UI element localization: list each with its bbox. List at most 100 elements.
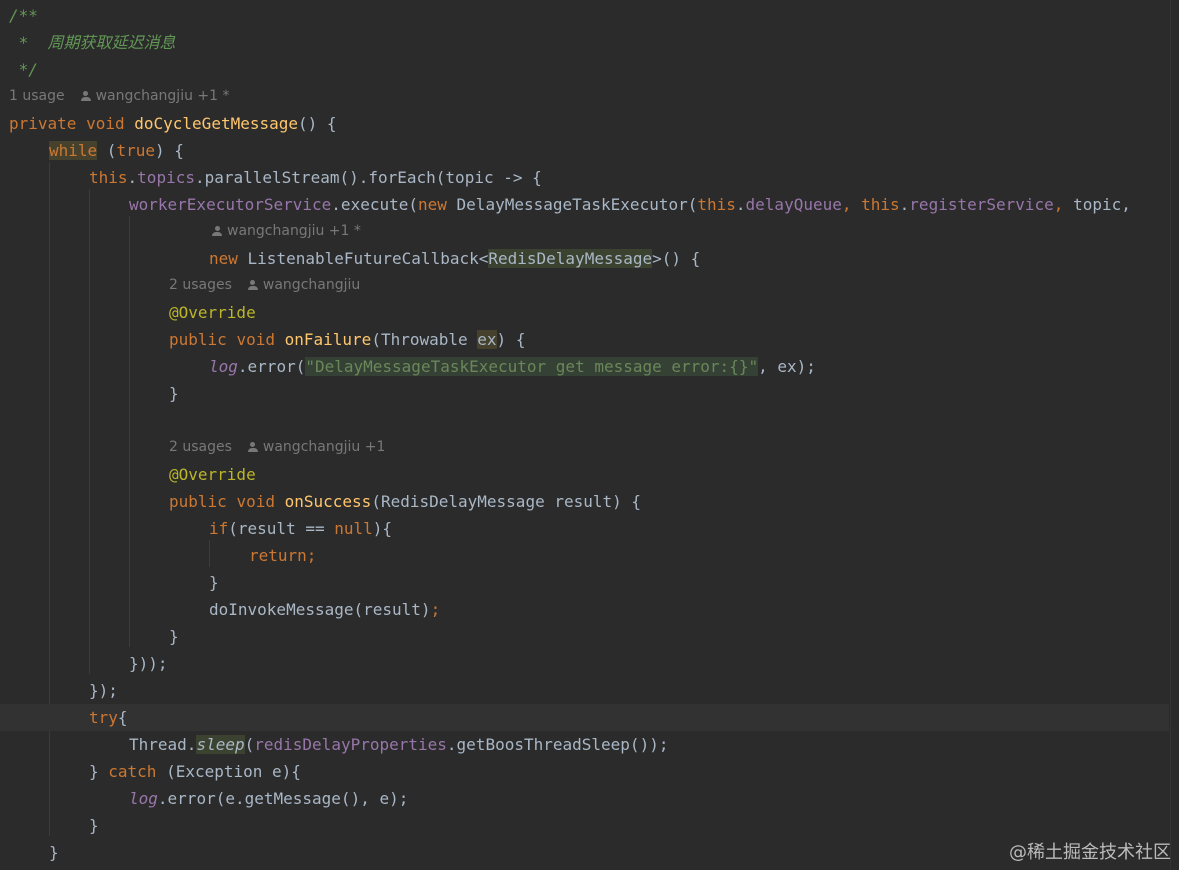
keyword: null xyxy=(334,519,373,538)
usage-count[interactable]: 2 usages xyxy=(169,439,232,455)
code-token: (Exception e){ xyxy=(156,762,301,781)
code-line[interactable]: return; xyxy=(249,542,1179,569)
code-line[interactable]: } xyxy=(169,380,1179,407)
code-line[interactable]: private void doCycleGetMessage() { xyxy=(9,110,1178,137)
code-line[interactable]: workerExecutorService.execute(new DelayM… xyxy=(129,191,1179,218)
person-icon xyxy=(80,91,91,101)
code-line[interactable]: * 周期获取延迟消息 xyxy=(9,29,1178,56)
code-editor[interactable]: /** * 周期获取延迟消息 */ 1 usage wangchangjiu +1… xyxy=(0,0,1179,870)
code-line[interactable]: })); xyxy=(129,650,1179,677)
code-token: Thread. xyxy=(129,735,197,754)
keyword: public xyxy=(169,330,227,349)
author-name[interactable]: wangchangjiu +1 * xyxy=(96,88,230,104)
code-token: } xyxy=(209,573,219,592)
code-line[interactable]: @Override xyxy=(169,461,1179,488)
code-line[interactable]: new ListenableFutureCallback<RedisDelayM… xyxy=(209,245,1179,272)
code-token: ) { xyxy=(154,141,184,160)
code-token: .error( xyxy=(237,357,306,376)
keyword: this xyxy=(861,195,900,214)
code-token: () { xyxy=(298,114,337,133)
usage-count[interactable]: 1 usage xyxy=(9,88,65,104)
keyword-highlighted: while xyxy=(49,141,98,160)
code-token: (result == xyxy=(228,519,335,538)
code-token: .parallelStream().forEach(topic -> { xyxy=(194,168,542,187)
code-line[interactable]: doInvokeMessage(result); xyxy=(209,596,1179,623)
code-line[interactable]: if(result == null){ xyxy=(209,515,1179,542)
code-line[interactable]: public void onSuccess(RedisDelayMessage … xyxy=(169,488,1179,515)
code-token: ; xyxy=(430,600,441,619)
keyword: try xyxy=(89,708,118,727)
inlay-hint-author[interactable]: wangchangjiu +1 * xyxy=(212,218,1179,245)
inlay-hint-usages[interactable]: 1 usage wangchangjiu +1 * xyxy=(9,83,1178,110)
code-line[interactable]: } xyxy=(89,812,1179,839)
code-line[interactable]: } xyxy=(209,569,1179,596)
code-line[interactable]: /** xyxy=(9,2,1178,29)
code-token: .getBoosThreadSleep()); xyxy=(446,735,669,754)
code-token: , xyxy=(841,195,862,214)
code-token: }); xyxy=(89,681,118,700)
inlay-hint-usages[interactable]: 2 usages wangchangjiu +1 xyxy=(169,434,1179,461)
code-token: doInvokeMessage(result) xyxy=(209,600,431,619)
keyword: return xyxy=(249,546,307,565)
code-line[interactable]: while (true) { xyxy=(49,137,1179,164)
code-token: } xyxy=(89,762,109,781)
method-name: onFailure xyxy=(284,330,372,349)
code-token: topic, xyxy=(1073,195,1131,214)
code-token: (Throwable xyxy=(371,330,478,349)
code-token: ; xyxy=(306,546,317,565)
code-line[interactable]: this.topics.parallelStream().forEach(top… xyxy=(89,164,1179,191)
current-line[interactable]: try{ xyxy=(0,704,1169,731)
indent-guide xyxy=(209,540,210,567)
indent-guide xyxy=(129,216,130,647)
code-line[interactable]: @Override xyxy=(169,299,1179,326)
usage-count[interactable]: 2 usages xyxy=(169,277,232,293)
annotation: @Override xyxy=(169,465,256,484)
vertical-scrollbar[interactable] xyxy=(1170,0,1179,870)
indent-guide xyxy=(49,162,50,836)
code-token: })); xyxy=(129,654,168,673)
code-line[interactable]: } catch (Exception e){ xyxy=(89,758,1179,785)
code-token: ( xyxy=(97,141,117,160)
method-name: onSuccess xyxy=(284,492,372,511)
keyword: this xyxy=(89,168,128,187)
person-icon xyxy=(212,226,222,236)
field: registerService xyxy=(909,195,1054,214)
doc-comment: /** xyxy=(9,6,38,25)
code-line[interactable]: log.error("DelayMessageTaskExecutor get … xyxy=(209,353,1179,380)
inlay-hint-usages[interactable]: 2 usages wangchangjiu xyxy=(169,272,1179,299)
author-name[interactable]: wangchangjiu xyxy=(263,277,360,293)
code-line[interactable]: */ xyxy=(9,56,1178,83)
field: workerExecutorService xyxy=(129,195,332,214)
code-token: { xyxy=(117,708,128,727)
code-token: } xyxy=(49,843,59,862)
code-token: DelayMessageTaskExecutor( xyxy=(446,195,698,214)
annotation: @Override xyxy=(169,303,256,322)
param-highlighted: ex xyxy=(477,330,497,349)
code-line[interactable]: } xyxy=(169,623,1179,650)
field: topics xyxy=(137,168,195,187)
static-method-highlighted: sleep xyxy=(196,735,245,754)
code-line[interactable]: log.error(e.getMessage(), e); xyxy=(129,785,1179,812)
keyword: new xyxy=(209,249,238,268)
keyword: void xyxy=(236,330,275,349)
person-icon xyxy=(247,280,258,290)
keyword: this xyxy=(697,195,736,214)
keyword: void xyxy=(236,492,275,511)
method-name: doCycleGetMessage xyxy=(134,114,299,133)
code-token: ){ xyxy=(372,519,393,538)
code-line[interactable]: Thread.sleep(redisDelayProperties.getBoo… xyxy=(129,731,1179,758)
code-token: } xyxy=(169,384,179,403)
code-token: >() { xyxy=(652,249,701,268)
author-name[interactable]: wangchangjiu +1 xyxy=(263,439,385,455)
watermark: @稀土掘金技术社区 xyxy=(1009,842,1171,863)
doc-comment: * 周期获取延迟消息 xyxy=(9,33,176,52)
code-token: } xyxy=(89,816,99,835)
code-token: .error(e.getMessage(), e); xyxy=(157,789,409,808)
code-line[interactable]: }); xyxy=(89,677,1179,704)
keyword: void xyxy=(86,114,125,133)
author-name[interactable]: wangchangjiu +1 * xyxy=(227,223,361,239)
keyword: true xyxy=(116,141,155,160)
code-line[interactable]: public void onFailure(Throwable ex) { xyxy=(169,326,1179,353)
keyword: private xyxy=(9,114,77,133)
field: log xyxy=(129,789,158,808)
